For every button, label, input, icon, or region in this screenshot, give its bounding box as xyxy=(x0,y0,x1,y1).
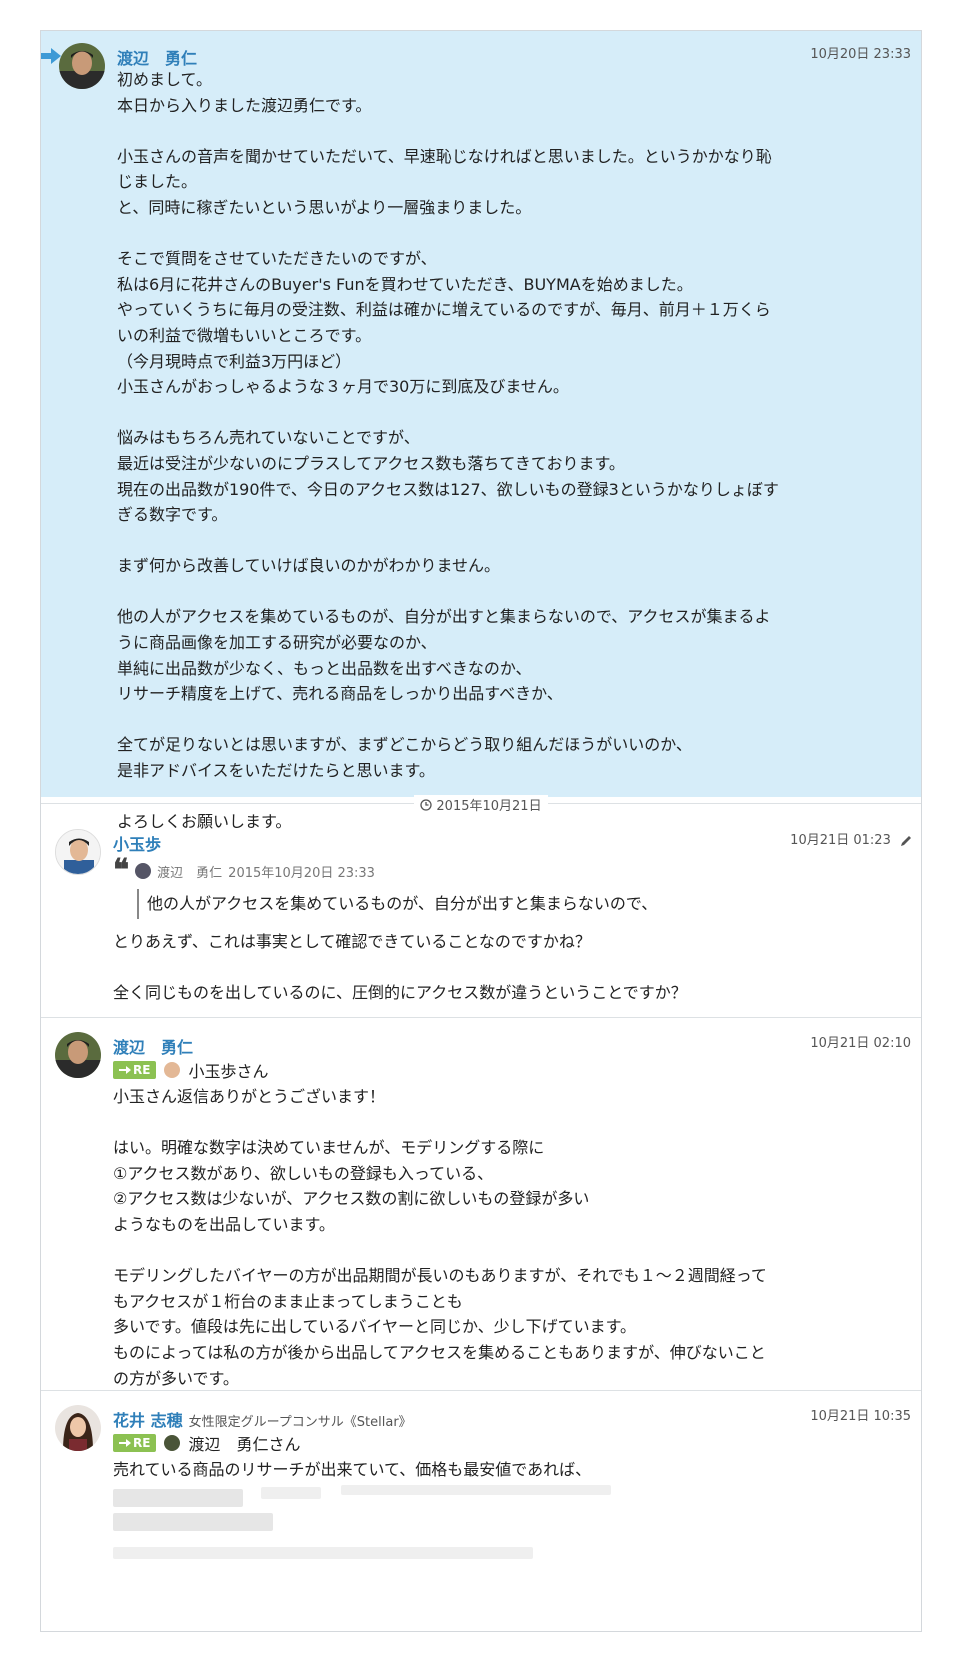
message-body: 小玉さん返信ありがとうございます！ はい。明確な数字は決めていませんが、モデリン… xyxy=(113,1087,767,1388)
reply-target: RE 渡辺 勇仁さん xyxy=(113,1431,300,1455)
redacted-text xyxy=(261,1487,321,1499)
quote-icon: ❝ xyxy=(113,853,130,888)
message-thread-panel: 渡辺 勇仁 10月20日 23:33 初めまして。 本日から入りました渡辺勇仁で… xyxy=(40,30,922,1632)
message-item-2: 小玉歩 10月21日 01:23 ❝ 渡辺 勇仁 2015年10月20日 23:… xyxy=(41,815,921,1017)
sender-name[interactable]: 渡辺 勇仁 xyxy=(113,1034,193,1058)
redacted-text xyxy=(113,1489,243,1507)
sender-name[interactable]: 花井 志穂 女性限定グループコンサル《Stellar》 xyxy=(113,1407,412,1431)
re-label: RE xyxy=(133,1063,151,1077)
avatar[interactable] xyxy=(55,1032,101,1078)
quote-author[interactable]: 渡辺 勇仁 xyxy=(157,862,222,881)
message-item-1: 渡辺 勇仁 10月20日 23:33 初めまして。 本日から入りました渡辺勇仁で… xyxy=(41,31,921,831)
reply-arrow-icon xyxy=(119,1439,131,1447)
reply-target: RE 小玉歩さん xyxy=(113,1058,268,1082)
sender-name[interactable]: 小玉歩 xyxy=(113,831,161,855)
reply-arrow-icon xyxy=(119,1066,131,1074)
avatar[interactable] xyxy=(55,1405,101,1451)
sender-name-label[interactable]: 花井 志穂 xyxy=(113,1411,183,1430)
quote-time: 2015年10月20日 23:33 xyxy=(228,865,375,881)
avatar xyxy=(164,1062,181,1078)
reply-to-name[interactable]: 小玉歩さん xyxy=(188,1058,268,1082)
message-body: とりあえず、これは事実として確認できていることなのですかね？ 全く同じものを出し… xyxy=(113,932,687,1003)
pencil-icon[interactable] xyxy=(899,834,913,848)
date-separator: 2015年10月21日 xyxy=(41,795,921,815)
message-body: 売れている商品のリサーチが出来ていて、価格も最安値であれば、 xyxy=(113,1460,592,1479)
date-separator-label: 2015年10月21日 xyxy=(436,799,542,814)
message-body: 初めまして。 本日から入りました渡辺勇仁です。 小玉さんの音声を聞かせていただい… xyxy=(117,70,779,832)
re-label: RE xyxy=(133,1436,151,1450)
re-badge: RE xyxy=(113,1061,157,1079)
redacted-text xyxy=(113,1547,533,1559)
message-time: 10月21日 10:35 xyxy=(810,1409,911,1424)
message-time-label: 10月21日 01:23 xyxy=(790,833,891,848)
avatar xyxy=(164,1435,181,1451)
message-time: 10月20日 23:33 xyxy=(810,47,911,62)
message-time: 10月21日 02:10 xyxy=(810,1036,911,1051)
quoted-text: 他の人がアクセスを集めているものが、自分が出すと集まらないので、 xyxy=(137,889,657,919)
avatar xyxy=(135,863,152,879)
redacted-text xyxy=(341,1485,611,1495)
message-time: 10月21日 01:23 xyxy=(790,829,913,848)
clock-icon xyxy=(420,798,433,811)
sender-org: 女性限定グループコンサル《Stellar》 xyxy=(188,1415,412,1430)
reply-to-name[interactable]: 渡辺 勇仁さん xyxy=(188,1431,300,1455)
re-badge: RE xyxy=(113,1434,157,1452)
sender-name[interactable]: 渡辺 勇仁 xyxy=(117,45,197,69)
message-item-4: 花井 志穂 女性限定グループコンサル《Stellar》 10月21日 10:35 … xyxy=(41,1391,921,1631)
redacted-text xyxy=(113,1513,273,1531)
avatar[interactable] xyxy=(59,43,105,89)
quote-header: ❝ 渡辺 勇仁 2015年10月20日 23:33 xyxy=(113,853,375,888)
avatar[interactable] xyxy=(55,829,101,875)
message-item-3: 渡辺 勇仁 10月21日 02:10 RE 小玉歩さん 小玉さん返信ありがとうご… xyxy=(41,1018,921,1390)
